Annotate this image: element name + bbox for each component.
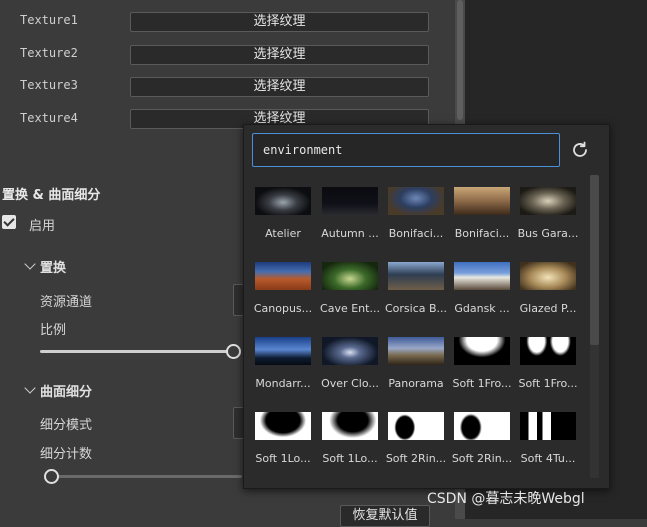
displacement-section-title: 置换 & 曲面细分 — [2, 188, 101, 203]
texture-tile-label: Soft 1Lo... — [255, 452, 311, 465]
texture-thumbnail — [454, 412, 510, 440]
texture-thumbnail — [454, 337, 510, 365]
tessellation-count-label: 细分计数 — [40, 447, 93, 462]
tessellation-mode-label: 细分模式 — [40, 418, 93, 433]
texture-thumbnail — [388, 262, 444, 290]
popup-scrollbar[interactable] — [590, 175, 599, 478]
texture-thumbnail — [454, 262, 510, 290]
scale-slider-track[interactable] — [40, 350, 230, 353]
texture-tile-label: Bonifaci... — [388, 227, 444, 240]
texture2-label: Texture2 — [20, 46, 78, 60]
texture-tile[interactable]: Soft 4Tu... — [520, 402, 586, 474]
texture-tile[interactable]: Glazed P... — [520, 252, 586, 324]
texture-tile[interactable]: Soft 2Rin... — [452, 402, 520, 474]
texture-tile-label: Panorama — [388, 377, 444, 390]
texture3-label: Texture3 — [20, 78, 78, 92]
texture-tile[interactable]: Cave Ent... — [320, 252, 388, 324]
texture-thumbnail — [322, 337, 378, 365]
texture-thumbnail — [388, 187, 444, 215]
refresh-icon[interactable] — [569, 139, 591, 161]
texture-tile[interactable]: Atelier — [255, 177, 321, 249]
tessellation-group-title[interactable]: 曲面细分 — [40, 381, 92, 400]
texture-tile-label: Canopus... — [253, 302, 313, 315]
texture-thumbnail — [255, 337, 311, 365]
texture-tile-label: Mondarr... — [255, 377, 311, 390]
tessellation-count-slider-track[interactable] — [52, 475, 242, 478]
texture-tile[interactable]: Soft 1Lo... — [322, 402, 388, 474]
texture-tile[interactable]: Soft 1Lo... — [255, 402, 321, 474]
texture-tile-label: Soft 2Rin... — [451, 452, 513, 465]
displacement-group-title[interactable]: 置换 — [40, 257, 66, 276]
panel-scrollbar-thumb[interactable] — [457, 0, 463, 120]
texture-thumbnail — [520, 337, 576, 365]
texture-thumbnail — [255, 262, 311, 290]
texture-thumbnail — [520, 262, 576, 290]
texture3-select-button[interactable]: 选择纹理 — [130, 77, 429, 97]
texture-tile[interactable]: Bus Gara... — [518, 177, 586, 249]
texture-tile[interactable]: Soft 2Rin... — [386, 402, 454, 474]
texture-tile-label: Atelier — [265, 227, 301, 240]
texture-tile-label: Autumn ... — [321, 227, 379, 240]
texture-tile[interactable]: Corsica B... — [385, 252, 454, 324]
texture-tile-label: Corsica B... — [384, 302, 448, 315]
texture-thumbnail — [388, 412, 444, 440]
texture-thumbnail — [520, 187, 576, 215]
texture1-select-button[interactable]: 选择纹理 — [130, 12, 429, 32]
texture-tile[interactable]: Bonifaci... — [454, 177, 520, 249]
resource-channel-label: 资源通道 — [40, 295, 93, 310]
texture-tile-label: Gdansk ... — [454, 302, 510, 315]
texture-thumbnail — [255, 412, 311, 440]
texture-tile-label: Soft 2Rin... — [385, 452, 447, 465]
texture1-label: Texture1 — [20, 13, 78, 27]
texture-thumbnail — [322, 412, 378, 440]
texture-tile[interactable]: Gdansk ... — [454, 252, 520, 324]
texture-picker-popup: Atelier Autumn ... Bonifaci... Bonifaci... B… — [243, 124, 610, 489]
texture-thumbnail — [255, 187, 311, 215]
texture4-label: Texture4 — [20, 111, 78, 125]
texture-tile-label: Bus Gara... — [517, 227, 579, 240]
texture-tile-label: Soft 4Tu... — [520, 452, 576, 465]
texture-thumbnail — [454, 187, 510, 215]
texture-tile-label: Cave Ent... — [320, 302, 380, 315]
texture-tile-label: Soft 1Lo... — [322, 452, 378, 465]
texture-tile-label: Glazed P... — [519, 302, 577, 315]
watermark: CSDN @暮志未晚Webgl — [427, 491, 585, 507]
texture-tile[interactable]: Canopus... — [254, 252, 321, 324]
reset-defaults-button[interactable]: 恢复默认值 — [340, 505, 430, 527]
texture-grid: Atelier Autumn ... Bonifaci... Bonifaci... B… — [244, 177, 588, 487]
texture-tile[interactable]: Mondarr... — [255, 327, 321, 399]
texture-tile[interactable]: Over Clo... — [321, 327, 388, 399]
texture-tile[interactable]: Panorama — [388, 327, 454, 399]
texture-tile[interactable]: Bonifaci... — [388, 177, 454, 249]
texture-thumbnail — [322, 262, 378, 290]
tessellation-count-slider-knob[interactable] — [44, 469, 59, 484]
enable-checkbox[interactable] — [2, 215, 16, 229]
texture-tile[interactable]: Soft 1Fro... — [452, 327, 520, 399]
popup-scrollbar-thumb[interactable] — [590, 175, 599, 345]
texture-search-input[interactable] — [252, 133, 560, 167]
texture-tile-label: Soft 1Fro... — [518, 377, 578, 390]
texture-tile-label: Over Clo... — [321, 377, 379, 390]
texture-thumbnail — [322, 187, 378, 215]
texture2-select-button[interactable]: 选择纹理 — [130, 45, 429, 65]
scale-slider-knob[interactable] — [226, 344, 241, 359]
texture-tile-label: Bonifaci... — [454, 227, 510, 240]
texture-thumbnail — [520, 412, 576, 440]
texture-tile-label: Soft 1Fro... — [452, 377, 512, 390]
enable-label: 启用 — [29, 219, 56, 234]
scale-label: 比例 — [40, 323, 67, 338]
texture-tile[interactable]: Soft 1Fro... — [518, 327, 586, 399]
texture-tile[interactable]: Autumn ... — [321, 177, 388, 249]
texture-thumbnail — [388, 337, 444, 365]
